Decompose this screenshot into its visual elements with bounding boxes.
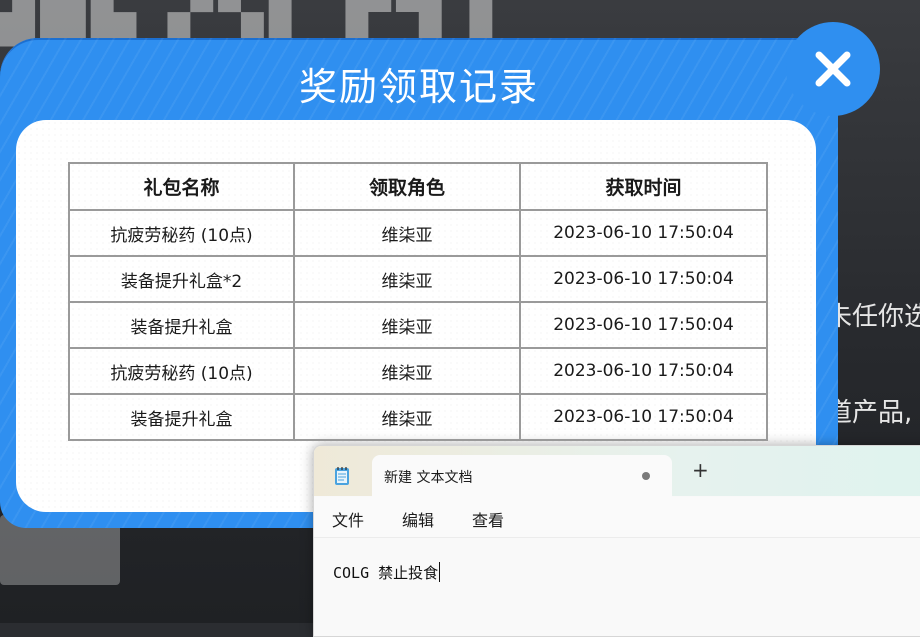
table-row: 装备提升礼盒*2 维柒亚 2023-06-10 17:50:04: [68, 255, 768, 303]
package-name-cell: 装备提升礼盒: [68, 393, 295, 441]
dialog-title: 奖励领取记录: [298, 65, 539, 109]
notepad-titlebar[interactable]: 新建 文本文档 +: [314, 446, 920, 497]
role-cell: 维柒亚: [293, 393, 521, 441]
menu-edit[interactable]: 编辑: [402, 507, 434, 531]
tab-label: 新建 文本文档: [384, 470, 473, 486]
package-name-cell: 装备提升礼盒: [68, 301, 295, 349]
time-cell: 2023-06-10 17:50:04: [519, 301, 768, 349]
column-header-time: 获取时间: [519, 162, 768, 211]
table-row: 装备提升礼盒 维柒亚 2023-06-10 17:50:04: [68, 301, 768, 349]
close-icon: [815, 51, 851, 87]
time-cell: 2023-06-10 17:50:04: [519, 347, 768, 395]
notepad-menubar: 文件 编辑 查看: [314, 497, 920, 537]
package-name-cell: 抗疲劳秘药 (10点): [68, 347, 295, 395]
menu-file[interactable]: 文件: [332, 507, 364, 531]
new-tab-button[interactable]: +: [692, 460, 709, 480]
role-cell: 维柒亚: [293, 255, 521, 303]
package-name-cell: 装备提升礼盒*2: [68, 255, 295, 303]
time-cell: 2023-06-10 17:50:04: [519, 209, 768, 257]
tab-new-text-document[interactable]: 新建 文本文档: [372, 455, 672, 497]
editor-text[interactable]: COLG 禁止投食: [333, 562, 441, 583]
column-header-role: 领取角色: [293, 162, 521, 211]
notepad-window: 新建 文本文档 + 文件 编辑 查看 COLG 禁止投食: [313, 445, 920, 637]
table-row: 装备提升礼盒 维柒亚 2023-06-10 17:50:04: [68, 393, 768, 441]
table-row: 抗疲劳秘药 (10点) 维柒亚 2023-06-10 17:50:04: [68, 347, 768, 395]
time-cell: 2023-06-10 17:50:04: [519, 255, 768, 303]
role-cell: 维柒亚: [293, 209, 521, 257]
editor-content: COLG 禁止投食: [333, 564, 439, 582]
table-row: 抗疲劳秘药 (10点) 维柒亚 2023-06-10 17:50:04: [68, 209, 768, 257]
notepad-editor[interactable]: COLG 禁止投食: [314, 537, 920, 636]
package-name-cell: 抗疲劳秘药 (10点): [68, 209, 295, 257]
table-header-row: 礼包名称 领取角色 获取时间: [68, 162, 768, 211]
time-cell: 2023-06-10 17:50:04: [519, 393, 768, 441]
reward-record-table: 礼包名称 领取角色 获取时间 抗疲劳秘药 (10点) 维柒亚 2023-06-1…: [68, 162, 768, 441]
role-cell: 维柒亚: [293, 301, 521, 349]
role-cell: 维柒亚: [293, 347, 521, 395]
unsaved-indicator-icon[interactable]: [642, 472, 650, 480]
notepad-app-icon: [335, 467, 349, 485]
close-button[interactable]: [786, 22, 880, 116]
text-caret: [439, 562, 441, 582]
column-header-package: 礼包名称: [68, 162, 295, 211]
menu-view[interactable]: 查看: [472, 507, 504, 531]
